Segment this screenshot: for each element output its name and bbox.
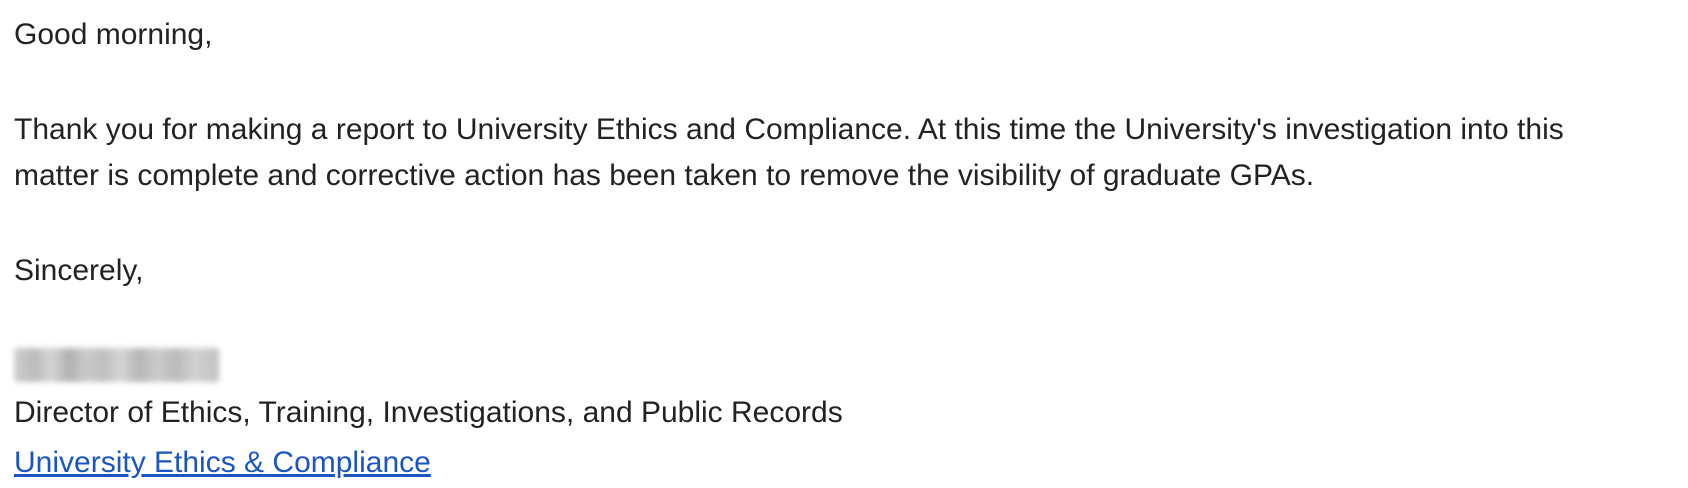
email-body: Good morning, Thank you for making a rep…	[14, 10, 1688, 488]
university-ethics-compliance-link[interactable]: University Ethics & Compliance	[14, 446, 431, 479]
body-paragraph-line-2: matter is complete and corrective action…	[14, 159, 1315, 192]
greeting: Good morning,	[14, 18, 213, 51]
signature-title: Director of Ethics, Training, Investigat…	[14, 396, 843, 429]
body-paragraph-line-1: Thank you for making a report to Univers…	[14, 113, 1564, 146]
closing: Sincerely,	[14, 254, 144, 287]
signature-link-line: University Ethics & Compliance	[14, 438, 1688, 488]
redacted-signature-name	[14, 348, 219, 382]
